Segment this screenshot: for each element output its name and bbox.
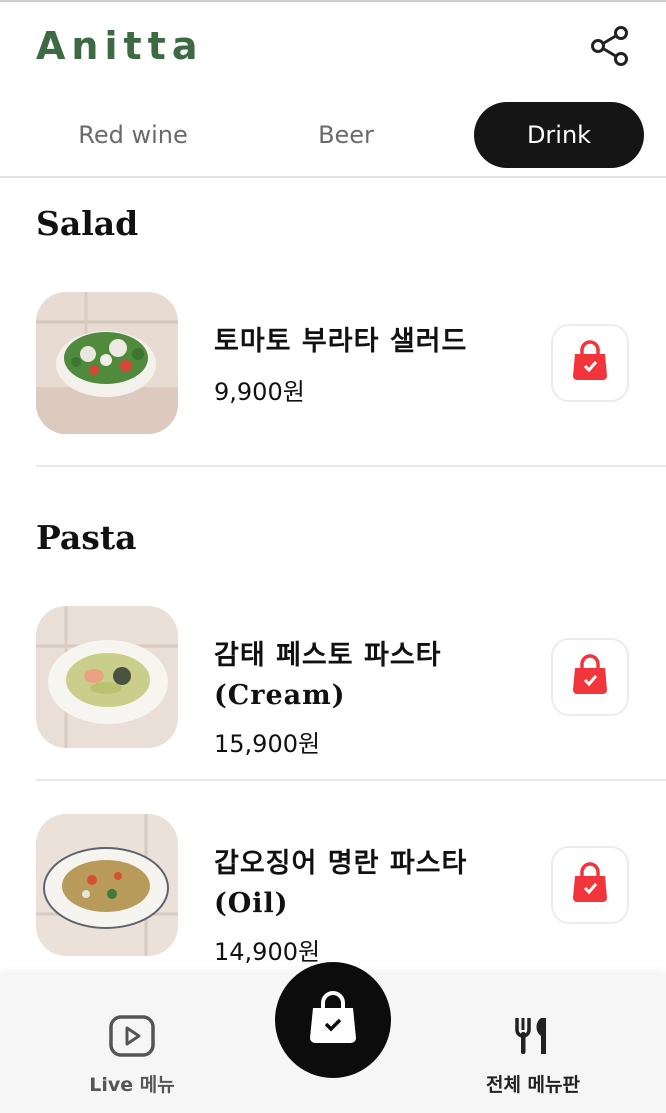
item-price: 9,900원 <box>214 378 305 406</box>
share-button[interactable] <box>588 24 632 68</box>
item-name-line1: 감태 페스토 파스타 <box>214 640 442 671</box>
add-to-cart-button[interactable] <box>551 638 629 716</box>
shopping-bag-icon <box>310 991 356 1043</box>
section-title-pasta: Pasta <box>36 518 137 557</box>
section-title-salad: Salad <box>36 204 139 243</box>
divider <box>36 779 666 781</box>
item-name-line2: (Oil) <box>214 888 289 919</box>
share-icon <box>591 26 628 66</box>
shopping-bag-icon <box>573 340 607 380</box>
shopping-bag-icon <box>573 862 607 902</box>
play-icon <box>109 1015 155 1057</box>
app-header: Anitta <box>0 2 666 98</box>
add-to-cart-button[interactable] <box>551 324 629 402</box>
shopping-bag-icon <box>573 654 607 694</box>
fork-knife-icon <box>515 1018 546 1054</box>
item-name-line1: 갑오징어 명란 파스타 <box>214 848 468 879</box>
full-menu-button[interactable]: 전체 메뉴판 <box>470 1014 596 1097</box>
pesto-pasta-photo <box>36 606 178 748</box>
menu-item[interactable]: 토마토 부라타 샐러드 9,900원 <box>0 292 666 434</box>
item-name: 토마토 부라타 샐러드 <box>214 326 468 357</box>
item-name-line2: (Cream) <box>214 680 346 711</box>
tab-drink[interactable]: Drink <box>474 102 644 168</box>
add-to-cart-button[interactable] <box>551 846 629 924</box>
menu-item[interactable]: 갑오징어 명란 파스타 (Oil) 14,900원 <box>0 814 666 966</box>
squid-pasta-photo <box>36 814 178 956</box>
cart-button[interactable] <box>275 962 391 1078</box>
full-menu-label: 전체 메뉴판 <box>485 1074 580 1096</box>
salad-photo <box>36 292 178 434</box>
live-menu-button[interactable]: Live 메뉴 <box>72 1014 192 1097</box>
menu-item[interactable]: 감태 페스토 파스타 (Cream) 15,900원 <box>0 606 666 758</box>
live-menu-label: Live 메뉴 <box>89 1074 175 1096</box>
divider <box>36 465 666 467</box>
tab-beer[interactable]: Beer <box>262 102 430 168</box>
item-price: 15,900원 <box>214 730 321 758</box>
tab-red-wine[interactable]: Red wine <box>50 102 216 168</box>
category-tabs: Red wine Beer Drink <box>0 100 666 178</box>
brand-logo: Anitta <box>36 24 204 68</box>
